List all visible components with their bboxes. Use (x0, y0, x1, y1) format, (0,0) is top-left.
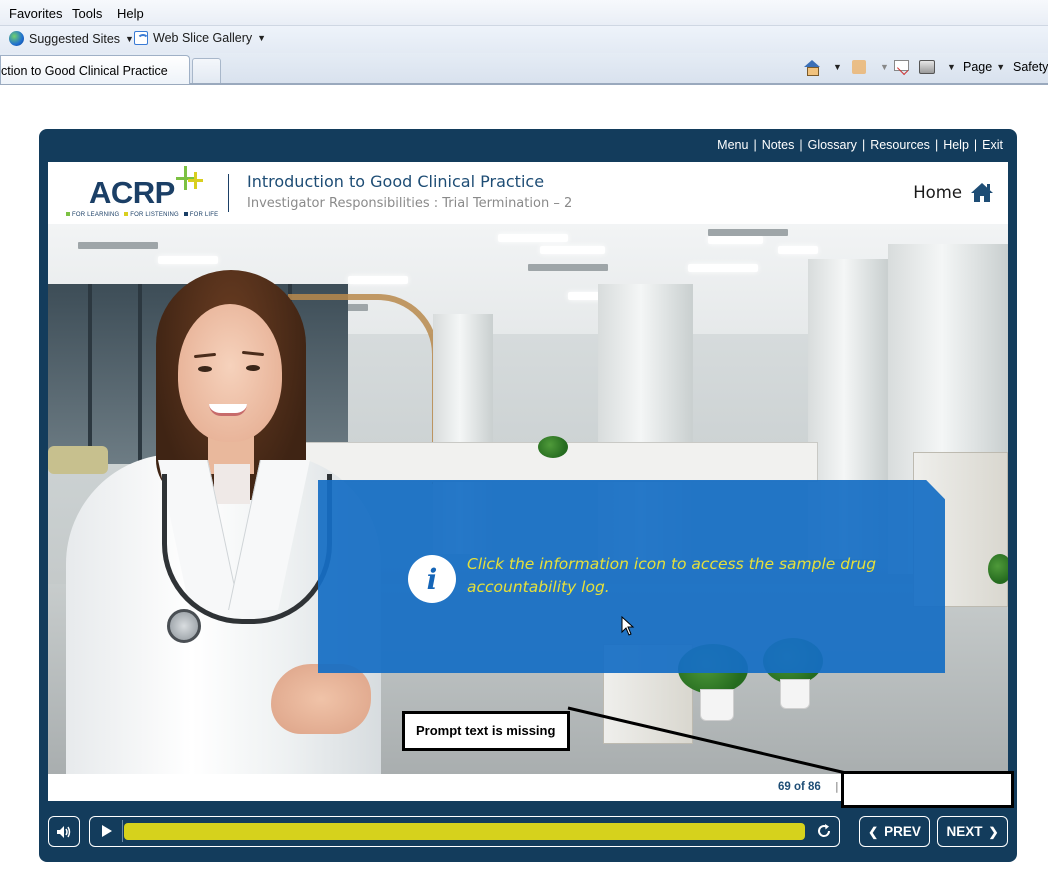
chevron-right-icon: ❯ (988, 824, 999, 839)
nav-menu[interactable]: Menu (717, 138, 748, 152)
top-navigation: Menu | Notes | Glossary | Resources | Help | … (717, 138, 1003, 152)
chevron-left-icon: ❮ (868, 824, 879, 839)
house-icon (971, 183, 993, 202)
course-header: ACRP FOR LEARNING FOR LISTENING FOR LIFE… (48, 162, 1008, 224)
chevron-down-icon: ▼ (996, 62, 1006, 72)
mail-icon (894, 60, 909, 71)
favorites-bar: Suggested Sites ▼ Web Slice Gallery ▼ (0, 26, 1048, 53)
volume-button[interactable] (48, 816, 80, 847)
playback-bar (89, 816, 840, 847)
tab-course[interactable]: ction to Good Clinical Practice (0, 55, 190, 84)
progress-bar[interactable] (124, 823, 805, 840)
home-label: Home (913, 183, 962, 202)
nav-help[interactable]: Help (943, 138, 969, 152)
mouse-cursor-icon (621, 616, 635, 636)
nav-resources[interactable]: Resources (870, 138, 930, 152)
chevron-down-icon: ▼ (125, 33, 134, 44)
next-button[interactable]: NEXT ❯ (937, 816, 1008, 847)
new-tab-button[interactable] (192, 58, 221, 83)
favorite-suggested-sites[interactable]: Suggested Sites ▼ (9, 31, 134, 46)
home-icon (804, 60, 820, 76)
empty-annotation-box (841, 771, 1014, 808)
nav-exit[interactable]: Exit (982, 138, 1003, 152)
rss-icon (852, 60, 866, 74)
chevron-down-icon: ▼ (257, 33, 267, 43)
menu-favorites[interactable]: Favorites (9, 6, 62, 21)
stethoscope-icon (167, 609, 201, 643)
home-command[interactable]: ▼ (804, 60, 842, 76)
scene-stage: i Click the information icon to access t… (48, 224, 1008, 774)
info-icon: i (426, 562, 438, 596)
next-label: NEXT (946, 824, 983, 839)
page-menu[interactable]: Page ▼ (963, 60, 1005, 74)
favorite-web-slice-gallery[interactable]: Web Slice Gallery ▼ (134, 31, 266, 45)
course-title: Introduction to Good Clinical Practice (247, 172, 545, 191)
command-bar: ▼ ▼ ▼ Page ▼ Safety (788, 57, 1048, 79)
page-menu-label: Page (963, 60, 993, 74)
safety-menu[interactable]: Safety (1013, 60, 1048, 74)
browser-menubar: Favorites Tools Help (0, 0, 1048, 26)
chevron-down-icon: ▼ (880, 62, 889, 72)
feeds-command[interactable]: ▼ (852, 60, 889, 74)
mail-command[interactable] (894, 60, 909, 71)
home-button[interactable]: Home (913, 182, 994, 203)
menu-help[interactable]: Help (117, 6, 144, 21)
tab-title: ction to Good Clinical Practice (1, 64, 168, 78)
page-counter: 69 of 86 (778, 781, 821, 793)
prev-label: PREV (884, 824, 921, 839)
play-icon (102, 825, 112, 837)
information-button[interactable]: i (408, 555, 456, 603)
globe-icon (9, 31, 24, 46)
menu-tools[interactable]: Tools (72, 6, 102, 21)
favorite-label: Web Slice Gallery (153, 31, 253, 45)
acrp-logo: ACRP FOR LEARNING FOR LISTENING FOR LIFE (64, 164, 224, 222)
replay-icon[interactable] (815, 822, 833, 840)
prompt-missing-callout: Prompt text is missing (402, 711, 570, 751)
chevron-down-icon: ▼ (833, 62, 842, 72)
print-icon (919, 60, 935, 74)
favorite-label: Suggested Sites (29, 31, 121, 46)
logo-text: ACRP (89, 175, 175, 210)
prev-button[interactable]: ❮ PREV (859, 816, 930, 847)
info-instruction: Click the information icon to access the… (467, 555, 877, 596)
course-subtitle: Investigator Responsibilities : Trial Te… (247, 196, 573, 211)
nav-glossary[interactable]: Glossary (808, 138, 857, 152)
speaker-icon (57, 825, 71, 838)
logo-tagline: FOR LEARNING FOR LISTENING FOR LIFE (66, 212, 218, 218)
safety-menu-label: Safety (1013, 60, 1048, 74)
course-player: Menu | Notes | Glossary | Resources | Help | … (39, 129, 1017, 862)
page-divider: | (835, 780, 839, 793)
print-command[interactable]: ▼ (919, 60, 956, 74)
play-button[interactable] (90, 817, 122, 845)
nav-notes[interactable]: Notes (762, 138, 795, 152)
web-slice-icon (134, 31, 149, 45)
chevron-down-icon: ▼ (947, 62, 956, 72)
header-divider (228, 174, 229, 212)
